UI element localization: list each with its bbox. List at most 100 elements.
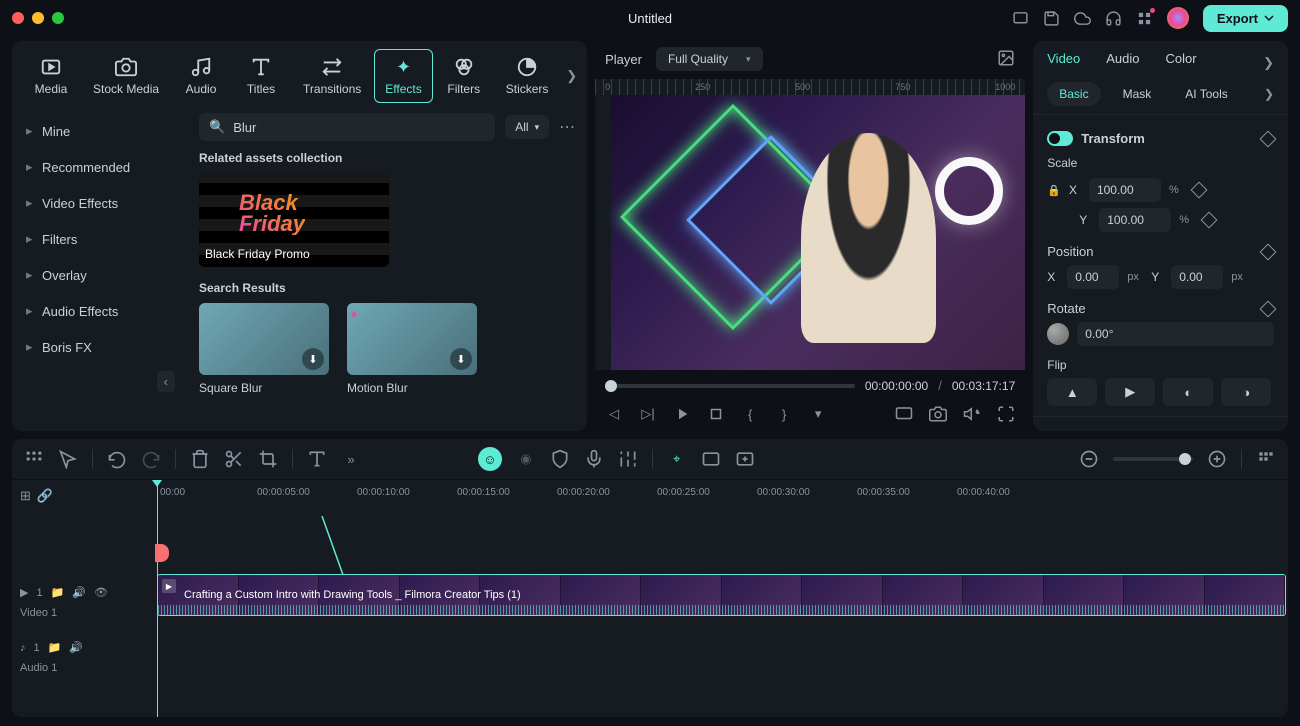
link-toggle-icon[interactable]: 🔗 xyxy=(37,488,53,504)
mark-in-icon[interactable]: { xyxy=(741,405,759,423)
keyframe-diamond[interactable] xyxy=(1260,243,1277,260)
transform-toggle[interactable] xyxy=(1047,131,1073,146)
volume-icon[interactable] xyxy=(963,405,981,423)
props-tab-color[interactable]: Color xyxy=(1166,51,1197,74)
stop-icon[interactable] xyxy=(707,405,725,423)
scale-x-input[interactable]: 100.00 xyxy=(1089,178,1161,202)
shield-icon[interactable] xyxy=(550,449,570,469)
collapse-icon[interactable]: ⊞ xyxy=(20,488,31,504)
video-clip[interactable]: ▶ Crafting a Custom Intro with Drawing T… xyxy=(157,574,1286,616)
keyframe-diamond[interactable] xyxy=(1260,130,1277,147)
view-mode-icon[interactable] xyxy=(1256,449,1276,469)
more-tools-icon[interactable]: » xyxy=(341,449,361,469)
scale-y-input[interactable]: 100.00 xyxy=(1099,208,1171,232)
snapshot-icon[interactable] xyxy=(997,49,1015,70)
props-tab-audio[interactable]: Audio xyxy=(1106,51,1139,74)
search-input[interactable]: 🔍 xyxy=(199,113,495,141)
flip-horizontal[interactable]: ▲ xyxy=(1047,378,1097,406)
sidebar-item-audio-effects[interactable]: ▸Audio Effects xyxy=(12,293,187,329)
sidebar-item-video-effects[interactable]: ▸Video Effects xyxy=(12,185,187,221)
user-avatar[interactable] xyxy=(1167,7,1189,29)
save-icon[interactable] xyxy=(1043,10,1060,27)
keyframe-diamond[interactable] xyxy=(1201,212,1218,229)
download-icon[interactable]: ⬇ xyxy=(302,348,324,370)
rotate-dial[interactable] xyxy=(1047,323,1069,345)
layout-icon[interactable] xyxy=(1012,10,1029,27)
tab-media[interactable]: Media xyxy=(22,49,80,103)
zoom-out-icon[interactable] xyxy=(1079,449,1099,469)
pos-y-input[interactable]: 0.00 xyxy=(1171,265,1223,289)
zoom-in-icon[interactable] xyxy=(1207,449,1227,469)
subtab-mask[interactable]: Mask xyxy=(1111,82,1164,106)
folder-icon[interactable]: 📁 xyxy=(51,586,65,599)
tab-filters[interactable]: Filters xyxy=(435,49,493,103)
redo-icon[interactable] xyxy=(141,449,161,469)
mark-out-icon[interactable]: } xyxy=(775,405,793,423)
filter-dropdown[interactable]: All▾ xyxy=(505,115,549,139)
subtab-basic[interactable]: Basic xyxy=(1047,82,1100,106)
camera-icon[interactable] xyxy=(929,405,947,423)
pointer-icon[interactable] xyxy=(58,449,78,469)
zoom-slider[interactable] xyxy=(1113,457,1193,461)
subtab-ai-tools[interactable]: AI Tools xyxy=(1173,82,1239,106)
audio-track-header[interactable]: ♪1 📁 🔊 xyxy=(20,639,149,656)
ai-button[interactable]: ☺ xyxy=(478,447,502,471)
mixer-icon[interactable] xyxy=(618,449,638,469)
speaker-icon[interactable]: 🔊 xyxy=(72,586,86,599)
download-icon[interactable]: ⬇ xyxy=(450,348,472,370)
flip-none[interactable]: ◑ xyxy=(1221,378,1271,406)
rotate-input[interactable]: 0.00° xyxy=(1077,322,1274,346)
tab-stock-media[interactable]: Stock Media xyxy=(82,49,170,103)
sidebar-item-recommended[interactable]: ▸Recommended xyxy=(12,149,187,185)
folder-icon[interactable]: 📁 xyxy=(48,641,62,654)
cloud-icon[interactable] xyxy=(1074,10,1091,27)
sidebar-item-overlay[interactable]: ▸Overlay xyxy=(12,257,187,293)
magnet-icon[interactable]: ⌖ xyxy=(667,449,687,469)
marker[interactable] xyxy=(155,544,169,562)
sidebar-item-boris-fx[interactable]: ▸Boris FX xyxy=(12,329,187,365)
marker-add-icon[interactable] xyxy=(735,449,755,469)
apps-icon[interactable] xyxy=(1136,10,1153,27)
speaker-icon[interactable]: 🔊 xyxy=(69,641,83,654)
scrubber[interactable] xyxy=(605,384,855,388)
marker-icon[interactable]: ▾ xyxy=(809,405,827,423)
play-icon[interactable] xyxy=(673,405,691,423)
props-scroll-right[interactable]: ❯ xyxy=(1263,55,1274,71)
quality-dropdown[interactable]: Full Quality▾ xyxy=(656,47,763,71)
result-square-blur[interactable]: ⬇ Square Blur xyxy=(199,303,329,395)
export-button[interactable]: Export xyxy=(1203,5,1288,32)
promo-card[interactable]: Black Friday Black Friday Promo xyxy=(199,173,389,267)
delete-icon[interactable] xyxy=(190,449,210,469)
tab-audio[interactable]: Audio xyxy=(172,49,230,103)
tab-titles[interactable]: Titles xyxy=(232,49,290,103)
subtab-scroll[interactable]: ❯ xyxy=(1264,87,1274,101)
cut-icon[interactable] xyxy=(224,449,244,469)
maximize-window[interactable] xyxy=(52,12,64,24)
tab-stickers[interactable]: Stickers xyxy=(495,49,560,103)
speed-icon[interactable]: ◉ xyxy=(516,449,536,469)
tabs-scroll-right[interactable]: ❯ xyxy=(566,68,577,84)
fullscreen-icon[interactable] xyxy=(997,405,1015,423)
sidebar-item-mine[interactable]: ▸Mine xyxy=(12,113,187,149)
video-track-header[interactable]: ▶1 📁 🔊 👁 xyxy=(20,584,149,601)
mic-icon[interactable] xyxy=(584,449,604,469)
prev-frame-icon[interactable]: ◁ xyxy=(605,405,623,423)
flip-both[interactable]: ◐ xyxy=(1163,378,1213,406)
keyframe-diamond[interactable] xyxy=(1260,300,1277,317)
undo-icon[interactable] xyxy=(107,449,127,469)
sidebar-back-button[interactable]: ‹ xyxy=(157,371,175,392)
link-icon[interactable] xyxy=(701,449,721,469)
display-icon[interactable] xyxy=(895,405,913,423)
eye-icon[interactable]: 👁 xyxy=(94,586,108,599)
close-window[interactable] xyxy=(12,12,24,24)
timeline-tracks[interactable]: 00:00 00:00:05:00 00:00:10:00 00:00:15:0… xyxy=(157,480,1288,717)
video-preview[interactable] xyxy=(611,95,1025,370)
sidebar-item-filters[interactable]: ▸Filters xyxy=(12,221,187,257)
result-motion-blur[interactable]: ♦⬇ Motion Blur xyxy=(347,303,477,395)
headphones-icon[interactable] xyxy=(1105,10,1122,27)
text-tool-icon[interactable] xyxy=(307,449,327,469)
time-ruler[interactable]: 00:00 00:00:05:00 00:00:10:00 00:00:15:0… xyxy=(157,480,1288,504)
lock-icon[interactable]: 🔒 xyxy=(1047,184,1061,197)
more-options[interactable]: ⋯ xyxy=(559,117,575,137)
tab-transitions[interactable]: Transitions xyxy=(292,49,372,103)
